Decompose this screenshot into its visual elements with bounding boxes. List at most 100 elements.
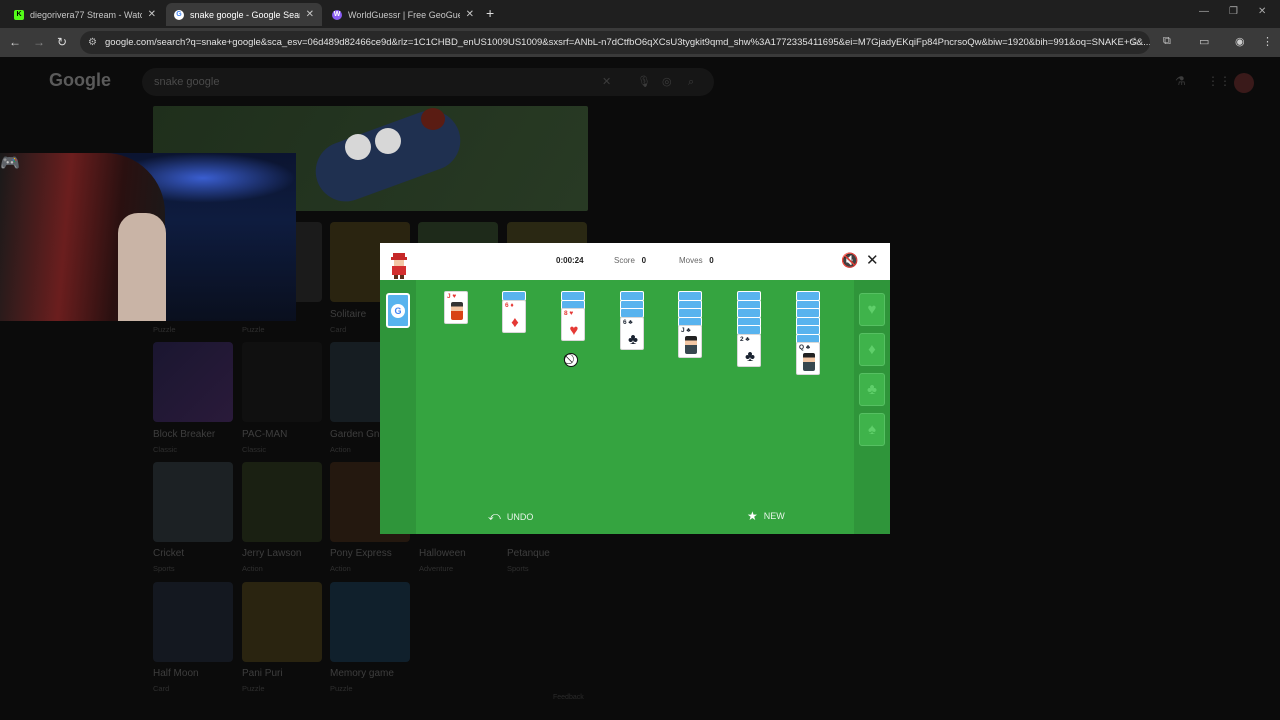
- kick-icon: K: [14, 9, 24, 20]
- labs-icon[interactable]: ⚗: [1175, 74, 1186, 88]
- google-icon: G: [174, 9, 184, 20]
- game-name[interactable]: Petanque: [507, 548, 550, 559]
- close-window-icon[interactable]: ✕: [1258, 6, 1266, 17]
- search-input[interactable]: snake google ✕ 🎙 ◎ ⌕: [142, 68, 714, 96]
- apps-grid-icon[interactable]: ⋮⋮: [1207, 74, 1231, 88]
- solitaire-dialog: 0:00:24 Score 0 Moves 0 🔇 ✕ G J ♥ 6 ♦ ♦ 8 ♥…: [380, 243, 890, 534]
- forward-icon[interactable]: →: [33, 35, 45, 49]
- close-icon[interactable]: ✕: [866, 251, 879, 269]
- search-input-value: snake google: [154, 76, 220, 88]
- game-thumb-pani-puri[interactable]: [242, 582, 322, 662]
- game-category: Classic: [153, 445, 178, 454]
- address-bar[interactable]: ⚙ google.com/search?q=snake+google&sca_e…: [80, 31, 1150, 54]
- new-tab-button[interactable]: +: [486, 5, 494, 21]
- tab-worldguessr[interactable]: W WorldGuessr | Free GeoGuessr A ✕: [324, 3, 482, 26]
- game-name[interactable]: PAC-MAN: [242, 429, 287, 440]
- game-name[interactable]: Pani Puri: [242, 668, 283, 679]
- game-thumb-memory[interactable]: [330, 582, 410, 662]
- snake-eye: [375, 128, 401, 154]
- game-name[interactable]: Garden Gn: [330, 429, 379, 440]
- tab-kick-stream[interactable]: K diegorivera77 Stream - Watch L ✕: [6, 3, 164, 26]
- new-label: NEW: [763, 511, 785, 521]
- foundation-slot[interactable]: ♥: [859, 293, 885, 326]
- google-logo[interactable]: Google: [49, 70, 111, 91]
- game-name[interactable]: Half Moon: [153, 668, 199, 679]
- undo-icon: ⤺: [488, 509, 501, 523]
- extensions-icon[interactable]: ⧉: [1163, 35, 1171, 48]
- reload-icon[interactable]: ↻: [57, 35, 67, 49]
- moves-display: Moves 0: [679, 256, 714, 265]
- foundation-slot[interactable]: ♣: [859, 373, 885, 406]
- face-card-figure: [685, 336, 697, 354]
- search-icon[interactable]: ⌕: [688, 68, 694, 96]
- game-thumb-jerry-lawson[interactable]: [242, 462, 322, 542]
- close-tab-icon[interactable]: ✕: [306, 9, 314, 20]
- game-name[interactable]: Jerry Lawson: [242, 548, 301, 559]
- game-name[interactable]: Block Breaker: [153, 429, 215, 440]
- side-panel-icon[interactable]: ▭: [1199, 35, 1209, 48]
- tableau-card[interactable]: 6 ♦ ♦: [502, 299, 526, 333]
- restore-icon[interactable]: ❐: [1229, 6, 1238, 17]
- card-suit-icon: ♣: [628, 330, 638, 348]
- mic-icon[interactable]: 🎙: [637, 68, 651, 96]
- undo-label: UNDO: [506, 511, 534, 522]
- tab-google-search[interactable]: G snake google - Google Search ✕: [166, 3, 322, 26]
- site-info-icon[interactable]: ⚙: [88, 31, 97, 54]
- game-category: Puzzle: [242, 325, 265, 334]
- foundation-slot[interactable]: ♦: [859, 333, 885, 366]
- game-thumb-half-moon[interactable]: [153, 582, 233, 662]
- game-category: Sports: [507, 564, 529, 573]
- game-category: Puzzle: [153, 325, 176, 334]
- url-text: google.com/search?q=snake+google&sca_esv…: [105, 37, 1150, 48]
- tableau-card[interactable]: J ♥: [444, 291, 468, 324]
- game-thumb-cricket[interactable]: [153, 462, 233, 542]
- moves-label: Moves: [679, 256, 703, 265]
- card-rank: 2 ♣: [740, 335, 750, 343]
- no-drop-cursor-icon: ⃠: [564, 353, 578, 367]
- card-suit-icon: ♥: [569, 322, 579, 339]
- game-name[interactable]: Halloween: [419, 548, 466, 559]
- tableau-card[interactable]: 6 ♣ ♣: [620, 316, 644, 350]
- minimize-icon[interactable]: —: [1199, 6, 1209, 17]
- game-category: Card: [330, 325, 347, 334]
- game-name[interactable]: Memory game: [330, 668, 394, 679]
- tableau-card[interactable]: Q ♣: [796, 342, 820, 375]
- tableau-card[interactable]: J ♣: [678, 325, 702, 358]
- account-avatar[interactable]: [1234, 73, 1254, 93]
- game-thumb-block-breaker[interactable]: [153, 342, 233, 422]
- bookmark-star-icon[interactable]: ☆: [1130, 35, 1140, 48]
- camera-icon[interactable]: ◎: [662, 68, 672, 96]
- undo-button[interactable]: ⤺ UNDO: [488, 509, 533, 524]
- new-game-button[interactable]: ★ NEW: [747, 509, 785, 523]
- game-name[interactable]: Cricket: [153, 548, 184, 559]
- tableau-card[interactable]: 8 ♥ ♥: [561, 308, 585, 341]
- stock-pile[interactable]: G: [386, 293, 410, 328]
- game-name[interactable]: Pony Express: [330, 548, 392, 559]
- tab-label: diegorivera77 Stream - Watch L: [30, 9, 142, 20]
- mute-icon[interactable]: 🔇: [841, 252, 858, 269]
- game-category: Classic: [242, 445, 267, 454]
- game-category: Sports: [153, 564, 175, 573]
- close-tab-icon[interactable]: ✕: [466, 9, 474, 20]
- profile-icon[interactable]: ◉: [1235, 35, 1245, 48]
- back-icon[interactable]: ←: [9, 35, 21, 49]
- card-suit-icon: ♣: [745, 347, 755, 365]
- card-rank: J ♣: [681, 327, 691, 334]
- game-name[interactable]: Solitaire: [330, 309, 366, 320]
- snake-eye: [345, 134, 371, 160]
- face-card-figure: [803, 353, 815, 371]
- feedback-link[interactable]: Feedback: [553, 694, 584, 701]
- card-rank: 6 ♣: [623, 318, 633, 326]
- tableau-card[interactable]: 2 ♣ ♣: [737, 333, 761, 367]
- score-display: Score 0: [614, 256, 646, 265]
- clear-icon[interactable]: ✕: [602, 68, 611, 96]
- foundation-slot[interactable]: ♠: [859, 413, 885, 446]
- moves-value: 0: [709, 256, 714, 265]
- card-rank: 6 ♦: [505, 301, 514, 309]
- card-rank: J ♥: [447, 293, 457, 300]
- menu-icon[interactable]: ⋮: [1262, 35, 1273, 48]
- gamepad-icon: 🎮: [0, 155, 20, 172]
- game-thumb-pacman[interactable]: [242, 342, 322, 422]
- tab-label: WorldGuessr | Free GeoGuessr A: [348, 9, 460, 20]
- close-tab-icon[interactable]: ✕: [148, 9, 156, 20]
